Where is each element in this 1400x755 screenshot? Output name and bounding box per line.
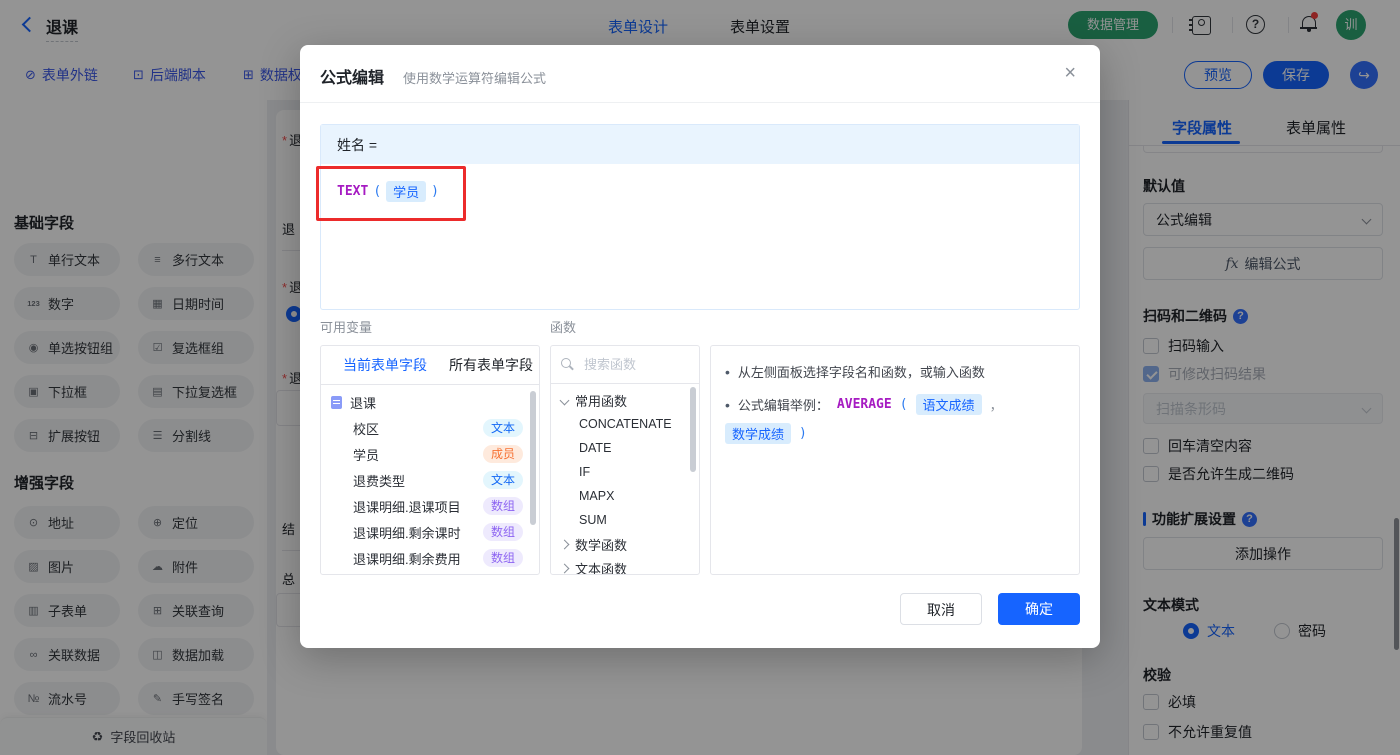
tab-all-form-fields[interactable]: 所有表单字段 [449,346,533,384]
type-badge: 数组 [482,549,523,567]
annotation-rectangle [316,166,466,221]
variables-panel: 当前表单字段 所有表单字段 退课 校区 文本 学员 成员 退费类型 文本 退课明细.退… [320,345,540,575]
search-input[interactable] [582,356,686,373]
chevron-right-icon [559,563,570,573]
variable-name: 退费类型 [353,473,406,489]
formula-help-panel: 从左侧面板选择字段名和函数，或输入函数 公式编辑举例： AVERAGE ( 语文成绩… [710,345,1080,575]
function-item[interactable]: MAPX [551,484,699,508]
function-item[interactable]: IF [551,460,699,484]
formula-edit-modal: 公式编辑 使用数学运算符编辑公式 × 姓名 = TEXT( 学员 ) 可用变量 … [300,45,1100,648]
group-label: 常用函数 [575,393,628,409]
confirm-button[interactable]: 确定 [998,593,1080,625]
example-field-chip: 数学成绩 [725,423,792,444]
type-badge: 数组 [482,523,523,541]
close-paren: ) [799,426,807,441]
formula-target: 姓名 = [337,136,378,153]
group-label: 文本函数 [575,561,628,575]
function-group-math[interactable]: 数学函数 [551,532,699,556]
close-icon[interactable]: × [1064,59,1076,87]
help-tip-1: 从左侧面板选择字段名和函数，或输入函数 [725,362,1065,381]
open-paren: ( [899,397,908,412]
variable-name: 退课明细.退课项目 [353,499,461,515]
function-item[interactable]: SUM [551,508,699,532]
functions-panel: 常用函数 CONCATENATE DATE IF MAPX SUM 数学函数 文… [550,345,700,575]
comma: ， [989,398,1003,413]
search-icon [561,358,574,371]
variable-row[interactable]: 退课明细.剩余课时 数组 [321,519,539,545]
variable-row[interactable]: 校区 文本 [321,415,539,441]
root-label: 退课 [350,395,377,411]
variables-tabs: 当前表单字段 所有表单字段 [321,346,539,385]
tab-current-form-fields[interactable]: 当前表单字段 [343,346,427,384]
function-name: DATE [579,441,612,455]
variables-scrollbar[interactable] [530,391,536,525]
function-group-common[interactable]: 常用函数 [551,388,699,412]
function-name: MAPX [579,489,615,503]
formula-target-row: 姓名 = [321,125,1079,164]
example-function: AVERAGE [836,397,892,412]
variable-name: 学员 [353,447,380,463]
variables-panel-label: 可用变量 [320,320,373,335]
divider [300,102,1100,103]
variable-name: 校区 [353,421,380,437]
example-field-chip: 语文成绩 [915,394,982,415]
variable-name: 退课明细.剩余课时 [353,525,461,541]
type-badge: 文本 [482,419,523,437]
modal-subtitle: 使用数学运算符编辑公式 [403,71,547,86]
variable-tree-root[interactable]: 退课 [321,389,539,415]
type-badge: 数组 [482,497,523,515]
functions-scrollbar[interactable] [690,387,696,472]
variable-row[interactable]: 退课明细.剩余费用 数组 [321,545,539,571]
variable-row[interactable]: 退费类型 文本 [321,467,539,493]
type-badge: 文本 [482,471,523,489]
app-root: 退课 表单设计 表单设置 数据管理 ? 训 ⊘ 表单外链 ⊡ 后端脚本 ⊞ 数据… [0,0,1400,755]
variable-row[interactable]: 学员 成员 [321,441,539,467]
modal-title: 公式编辑 [320,70,385,87]
type-badge: 成员 [482,445,523,463]
function-item[interactable]: CONCATENATE [551,412,699,436]
group-label: 数学函数 [575,537,628,553]
chevron-right-icon [559,539,570,549]
cancel-button[interactable]: 取消 [900,593,982,625]
function-name: IF [579,465,591,479]
variable-row[interactable]: 退课明细.退课项目 数组 [321,493,539,519]
function-item[interactable]: DATE [551,436,699,460]
tip-text: 从左侧面板选择字段名和函数，或输入函数 [737,365,985,380]
functions-panel-label: 函数 [550,320,577,335]
function-name: CONCATENATE [579,417,672,431]
chevron-down-icon [559,395,570,405]
tip-prefix: 公式编辑举例： [737,398,829,413]
form-doc-icon [331,395,342,409]
variable-name: 退课明细.剩余费用 [353,551,461,567]
function-group-text[interactable]: 文本函数 [551,556,699,575]
help-tip-2: 公式编辑举例： AVERAGE ( 语文成绩 ， 数学成绩 ) [725,394,1065,444]
function-name: SUM [579,513,607,527]
function-search [551,346,699,384]
